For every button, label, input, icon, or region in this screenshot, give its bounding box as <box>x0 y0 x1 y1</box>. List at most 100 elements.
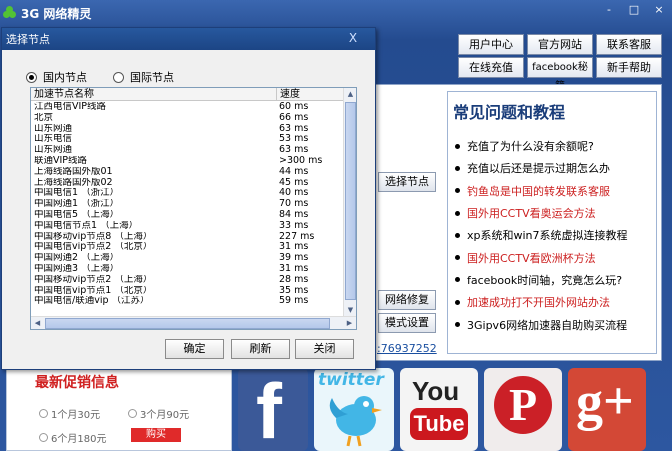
node-list[interactable]: 加速节点名称 速度 江西电信VIP线路 60 ms 北京 66 ms 山东网通 63 ms… <box>30 87 357 330</box>
radio-international-icon[interactable] <box>113 71 124 83</box>
bullet-icon <box>455 188 460 194</box>
scroll-left-arrow-icon[interactable]: ◀ <box>31 317 44 330</box>
faq-item-text: 钓鱼岛是中国的转发联系客服 <box>467 184 610 198</box>
node-name: 中国网通1 （浙江） <box>34 199 120 210</box>
faq-item[interactable]: 3Gipv6网络加速器自助购买流程 <box>452 313 628 335</box>
node-speed: 59 ms <box>279 295 309 307</box>
bullet-icon <box>455 277 460 283</box>
google-plus-icon[interactable]: g+ <box>568 368 646 451</box>
minimize-button[interactable]: - <box>598 1 620 19</box>
column-node-name[interactable]: 加速节点名称 <box>31 88 277 100</box>
faq-title: 常见问题和教程 <box>453 103 566 122</box>
radio-international-nodes[interactable]: 国际节点 <box>113 69 174 85</box>
radio-domestic-icon[interactable] <box>26 71 37 83</box>
faq-item[interactable]: 加速成功打不开国外网站办法 <box>452 291 628 313</box>
promo-option-1-month[interactable]: 1个月30元 <box>39 406 100 421</box>
node-name: 江西电信VIP线路 <box>34 102 107 112</box>
bullet-icon <box>455 322 460 328</box>
node-name: 中国电信5 （上海） <box>34 209 120 220</box>
maximize-button[interactable]: □ <box>623 1 645 19</box>
node-speed: 44 ms <box>279 165 309 177</box>
faq-item-text: 3Gipv6网络加速器自助购买流程 <box>467 318 628 332</box>
node-speed: 33 ms <box>279 219 309 231</box>
vertical-scrollbar[interactable]: ▲ ▼ <box>343 88 356 317</box>
table-row[interactable]: 中国电信节点1 （上海） 33 ms <box>31 219 344 232</box>
node-name: 中国网通3 （上海） <box>34 263 120 274</box>
faq-item[interactable]: 充值了为什么没有余额呢? <box>452 135 628 157</box>
vertical-scroll-thumb[interactable] <box>345 102 356 300</box>
table-row[interactable]: 上海线路国外版01 44 ms <box>31 165 344 178</box>
node-list-header: 加速节点名称 速度 <box>31 88 344 101</box>
node-name: 中国电信vip节点1 （北京） <box>34 285 153 296</box>
select-node-button[interactable]: 选择节点 <box>378 172 436 192</box>
newbie-help-button[interactable]: 新手帮助 <box>596 57 662 78</box>
promo-option-3-months[interactable]: 3个月90元 <box>128 406 189 421</box>
table-row[interactable]: 中国移动vip节点2 （上海） 28 ms <box>31 273 344 286</box>
qq-contact-link[interactable]: :76937252 <box>377 342 437 355</box>
table-row[interactable]: 中国电信/联通vip （江苏） 59 ms <box>31 296 344 307</box>
buy-button[interactable]: 购买 <box>131 428 181 442</box>
faq-item-text: 国外用CCTV看奥运会方法 <box>467 207 596 221</box>
node-name: 山东网通 <box>34 123 73 134</box>
faq-item[interactable]: 国外用CCTV看奥运会方法 <box>452 202 628 224</box>
node-name: 中国电信1 （浙江） <box>34 188 120 199</box>
youtube-icon[interactable]: You Tube <box>400 368 478 451</box>
node-name: 中国电信节点1 （上海） <box>34 220 139 231</box>
app-title: 3G 网络精灵 <box>21 6 92 21</box>
close-dialog-button[interactable]: 关闭 <box>295 339 354 359</box>
faq-item-text: 充值以后还是提示过期怎么办 <box>467 162 610 176</box>
promo-panel: 最新促销信息 1个月30元 3个月90元 6个月180元 购买 <box>6 364 232 451</box>
table-row[interactable]: 北京 66 ms <box>31 111 344 124</box>
promo-option-6-months[interactable]: 6个月180元 <box>39 430 106 445</box>
node-name: 中国网通2 （上海） <box>34 253 120 264</box>
faq-item-text: xp系统和win7系统虚拟连接教程 <box>467 229 628 243</box>
scroll-right-arrow-icon[interactable]: ▶ <box>343 317 356 330</box>
dialog-title: 选择节点 <box>6 33 50 46</box>
twitter-icon[interactable]: twitter <box>314 368 394 451</box>
bullet-icon <box>455 255 460 261</box>
network-repair-button[interactable]: 网络修复 <box>378 290 436 310</box>
faq-list: 充值了为什么没有余额呢? 充值以后还是提示过期怎么办 钓鱼岛是中国的转发联系客服 国外… <box>452 135 628 336</box>
node-name: 中国移动vip节点8 （上海） <box>34 231 153 242</box>
facebook-icon[interactable]: f <box>238 368 308 451</box>
facebook-tips-button[interactable]: facebook秘籍 <box>527 57 593 92</box>
pinterest-icon[interactable]: P <box>484 368 562 451</box>
node-name: 山东电信 <box>34 134 73 145</box>
close-button[interactable]: × <box>648 1 670 19</box>
dialog-close-icon[interactable]: X <box>340 29 366 47</box>
node-speed: 28 ms <box>279 273 309 285</box>
faq-item[interactable]: 钓鱼岛是中国的转发联系客服 <box>452 180 628 202</box>
faq-item-text: facebook时间轴，究竟怎么玩? <box>467 273 623 287</box>
node-name: 中国移动vip节点2 （上海） <box>34 274 153 285</box>
mode-settings-button[interactable]: 模式设置 <box>378 313 436 333</box>
node-name: 上海线路国外版01 <box>34 166 113 177</box>
column-speed[interactable]: 速度 <box>277 88 344 100</box>
faq-item[interactable]: 充值以后还是提示过期怎么办 <box>452 157 628 179</box>
select-node-dialog: 选择节点 X 国内节点 国际节点 加速节点名称 速度 江西电信VIP线路 60 m… <box>1 27 376 370</box>
contact-support-button[interactable]: 联系客服 <box>596 34 662 55</box>
ok-button[interactable]: 确定 <box>165 339 224 359</box>
radio-domestic-nodes[interactable]: 国内节点 <box>26 69 87 85</box>
horizontal-scroll-thumb[interactable] <box>45 318 330 329</box>
recharge-button[interactable]: 在线充值 <box>458 57 524 78</box>
faq-item[interactable]: 国外用CCTV看欧洲杯方法 <box>452 246 628 268</box>
bullet-icon <box>455 299 460 305</box>
scroll-up-arrow-icon[interactable]: ▲ <box>344 88 357 101</box>
promo-title: 最新促销信息 <box>35 375 119 391</box>
faq-item[interactable]: facebook时间轴，究竟怎么玩? <box>452 269 628 291</box>
user-center-button[interactable]: 用户中心 <box>458 34 524 55</box>
bullet-icon <box>455 165 460 171</box>
node-name: 中国电信/联通vip （江苏） <box>34 296 150 307</box>
node-name: 中国电信vip节点2 （北京） <box>34 242 153 253</box>
official-site-button[interactable]: 官方网站 <box>527 34 593 55</box>
node-rows: 江西电信VIP线路 60 ms 北京 66 ms 山东网通 63 ms 山东电信 53 ms 山… <box>31 101 344 307</box>
horizontal-scrollbar[interactable]: ◀ ▶ <box>31 316 356 329</box>
dialog-titlebar: 选择节点 <box>2 28 375 50</box>
node-name: 北京 <box>34 112 54 123</box>
faq-item[interactable]: xp系统和win7系统虚拟连接教程 <box>452 224 628 246</box>
refresh-button[interactable]: 刷新 <box>231 339 290 359</box>
faq-item-text: 充值了为什么没有余额呢? <box>467 140 594 154</box>
node-speed: 66 ms <box>279 111 309 123</box>
faq-item-text: 加速成功打不开国外网站办法 <box>467 296 610 310</box>
node-name: 联通VIP线路 <box>34 155 88 166</box>
